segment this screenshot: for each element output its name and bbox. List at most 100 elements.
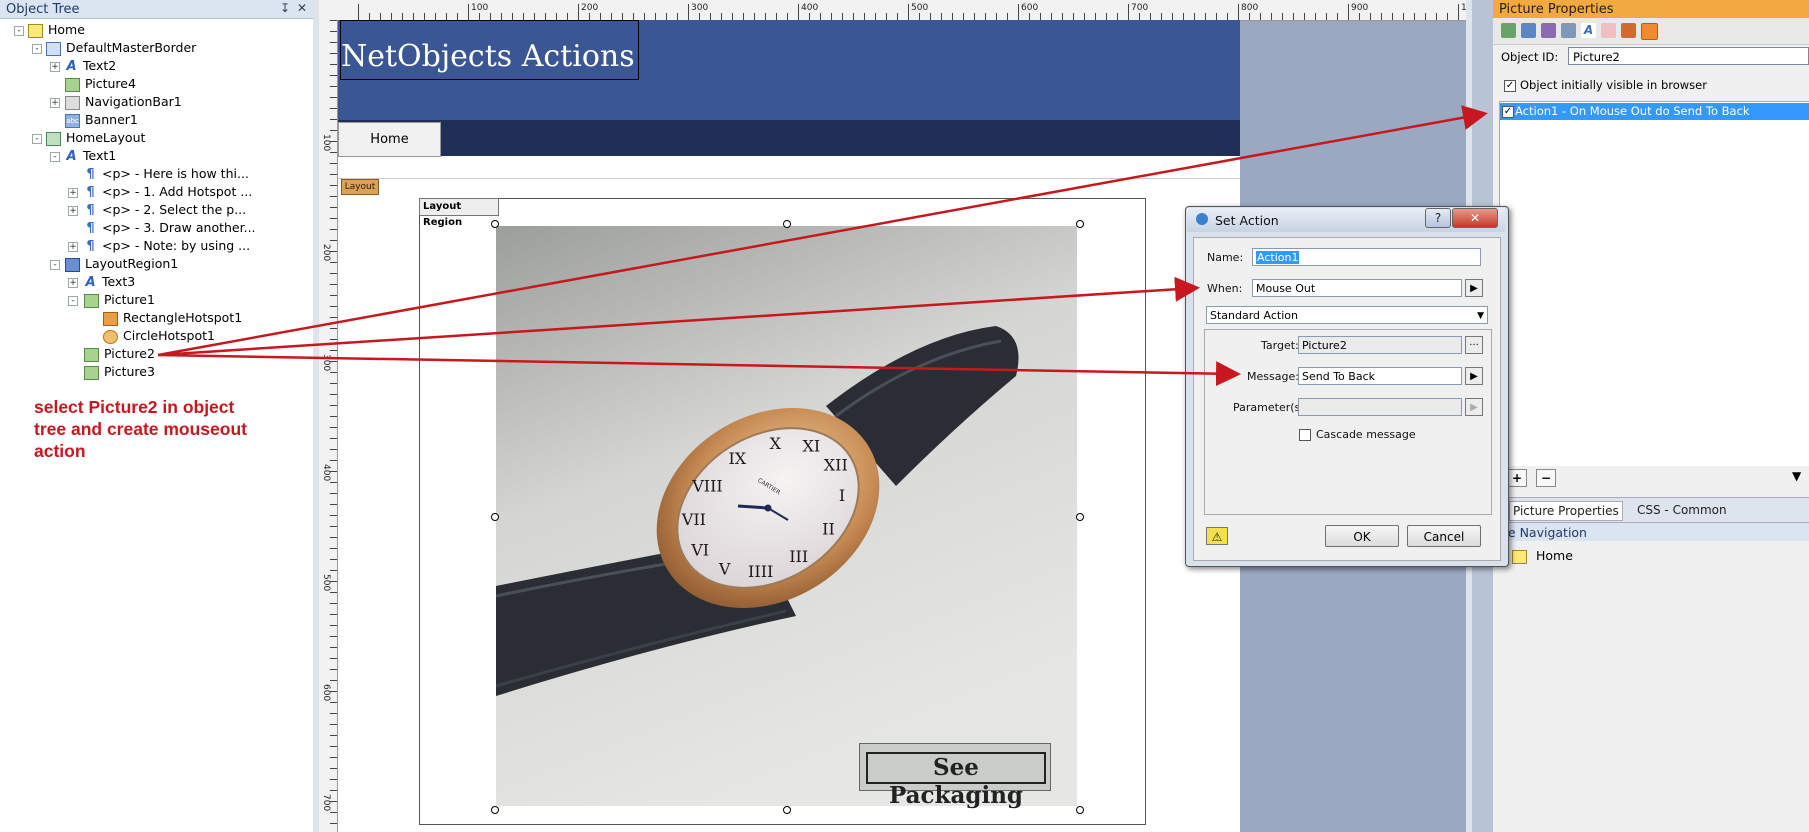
tree-node[interactable]: abc Banner1 — [65, 111, 138, 129]
nav-home-button[interactable]: Home — [338, 122, 441, 157]
action-list-item[interactable]: ✓ Action1 - On Mouse Out do Send To Back — [1500, 103, 1809, 120]
ruler-tick — [330, 757, 337, 758]
expand-icon[interactable]: + — [50, 62, 60, 72]
layout-tag[interactable]: Layout — [341, 179, 379, 195]
name-input-value: Action1 — [1256, 251, 1300, 264]
name-input[interactable]: Action1 — [1252, 248, 1481, 266]
resize-handle[interactable] — [1076, 513, 1084, 521]
expand-icon[interactable]: + — [68, 188, 78, 198]
navigation-bar[interactable] — [338, 120, 1240, 156]
parameters-arrow-button[interactable]: ▶ — [1465, 398, 1483, 416]
resize-handle[interactable] — [783, 220, 791, 228]
picture-tool-icon[interactable] — [1501, 23, 1516, 38]
collapse-icon[interactable]: - — [68, 296, 78, 306]
collapse-icon[interactable]: - — [32, 134, 42, 144]
dialog-app-icon — [1196, 213, 1208, 225]
target-browse-button[interactable]: ... — [1465, 336, 1483, 354]
object-id-input[interactable]: Picture2 — [1568, 47, 1809, 65]
hotspot-tool-icon[interactable] — [1621, 23, 1636, 38]
ruler-label: 100 — [321, 134, 331, 152]
resize-handle[interactable] — [783, 806, 791, 814]
target-input[interactable]: Picture2 — [1298, 336, 1462, 354]
ruler-tick — [369, 13, 370, 20]
watch-picture[interactable]: XII I II III IIII V VI VII VIII IX X XI CARTIER — [496, 226, 1077, 806]
text-icon: A — [85, 274, 96, 290]
dialog-close-button[interactable]: ✕ — [1452, 208, 1498, 228]
tree-node[interactable]: NavigationBar1 — [65, 93, 182, 111]
dialog-title: Set Action — [1215, 213, 1279, 228]
tree-node[interactable]: DefaultMasterBorder — [46, 39, 196, 57]
action-type-select[interactable]: Standard Action ▼ — [1206, 306, 1488, 324]
collapse-icon[interactable]: - — [50, 152, 60, 162]
expand-icon[interactable]: + — [68, 206, 78, 216]
ruler-tick — [330, 196, 337, 197]
visibility-tool-icon[interactable] — [1601, 23, 1616, 38]
tab-picture-properties[interactable]: Picture Properties — [1509, 501, 1623, 521]
parameters-input[interactable] — [1298, 398, 1462, 416]
layout-region-label: Layout Region — [419, 198, 499, 228]
collapse-icon[interactable]: - — [32, 44, 42, 54]
site-nav-home[interactable]: Home — [1512, 548, 1573, 564]
tree-node[interactable]: Home — [28, 21, 85, 39]
tree-node[interactable]: RectangleHotspot1 — [103, 309, 242, 327]
see-packaging-picture[interactable]: See Packaging — [859, 743, 1051, 809]
ruler-tick — [330, 273, 337, 274]
ruler-tick — [330, 691, 337, 692]
ruler-tick — [556, 13, 557, 20]
tree-node[interactable]: ¶ <p> - Note: by using ... — [84, 237, 250, 255]
tree-node[interactable]: ¶ <p> - Here is how thi... — [84, 165, 249, 183]
close-panel-icon[interactable]: ✕ — [295, 1, 309, 15]
layer-tool-icon[interactable] — [1541, 23, 1556, 38]
tree-node[interactable]: A Text3 — [84, 273, 135, 291]
resize-handle[interactable] — [1076, 806, 1084, 814]
visible-checkbox[interactable]: ✓ — [1504, 80, 1516, 92]
tree-node[interactable]: Picture2 — [84, 345, 155, 363]
actions-list[interactable] — [1499, 101, 1809, 468]
tab-css-common[interactable]: CSS - Common — [1637, 501, 1727, 519]
ok-button[interactable]: OK — [1325, 525, 1399, 547]
expand-icon[interactable]: + — [50, 98, 60, 108]
cascade-checkbox[interactable] — [1299, 429, 1311, 441]
tree-node[interactable]: CircleHotspot1 — [103, 327, 215, 345]
action-enabled-checkbox[interactable]: ✓ — [1502, 106, 1514, 118]
when-arrow-button[interactable]: ▶ — [1465, 279, 1483, 297]
actions-tool-icon[interactable] — [1641, 23, 1658, 40]
expand-icon[interactable]: + — [68, 242, 78, 252]
warning-icon[interactable]: ⚠ — [1206, 527, 1228, 545]
expand-icon[interactable]: + — [68, 278, 78, 288]
text-tool-icon[interactable]: A — [1581, 23, 1596, 38]
border-tool-icon[interactable] — [1561, 23, 1576, 38]
cancel-button[interactable]: Cancel — [1407, 525, 1481, 547]
message-input[interactable]: Send To Back — [1298, 367, 1462, 385]
remove-action-button[interactable]: − — [1536, 469, 1556, 487]
tree-node[interactable]: ¶ <p> - 3. Draw another... — [84, 219, 255, 237]
tree-node[interactable]: Picture1 — [84, 291, 155, 309]
select-tool-icon[interactable] — [1521, 23, 1536, 38]
tree-node[interactable]: HomeLayout — [46, 129, 145, 147]
ruler-tick — [930, 13, 931, 20]
ruler-tick — [1370, 13, 1371, 20]
resize-handle[interactable] — [1076, 220, 1084, 228]
scroll-down-icon[interactable]: ▼ — [1792, 469, 1801, 483]
message-arrow-button[interactable]: ▶ — [1465, 367, 1483, 385]
add-action-button[interactable]: + — [1507, 469, 1527, 487]
ruler-tick — [1403, 13, 1404, 20]
tree-node[interactable]: ¶ <p> - 2. Select the p... — [84, 201, 246, 219]
tree-node[interactable]: ¶ <p> - 1. Add Hotspot ... — [84, 183, 252, 201]
tree-node[interactable]: A Text1 — [65, 147, 116, 165]
pin-icon[interactable]: ↧ — [278, 1, 292, 15]
tree-node[interactable]: A Text2 — [65, 57, 116, 75]
ruler-tick — [330, 493, 337, 494]
when-input[interactable]: Mouse Out — [1252, 279, 1462, 297]
collapse-icon[interactable]: - — [14, 26, 24, 36]
help-button[interactable]: ? — [1425, 208, 1451, 228]
resize-handle[interactable] — [491, 806, 499, 814]
collapse-icon[interactable]: - — [50, 260, 60, 270]
ruler-tick — [512, 13, 513, 20]
tree-node[interactable]: Picture4 — [65, 75, 136, 93]
resize-handle[interactable] — [491, 513, 499, 521]
banner-title-box[interactable]: NetObjects Actions — [340, 20, 639, 80]
tree-node[interactable]: Picture3 — [84, 363, 155, 381]
resize-handle[interactable] — [491, 220, 499, 228]
tree-node[interactable]: LayoutRegion1 — [65, 255, 178, 273]
